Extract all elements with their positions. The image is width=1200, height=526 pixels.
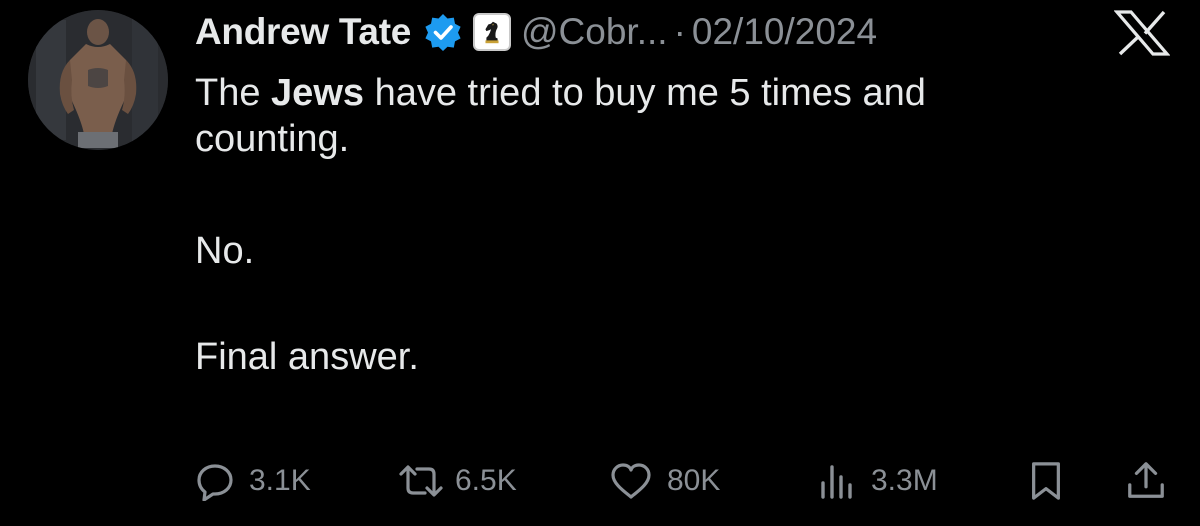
- verified-badge-icon: [423, 12, 463, 52]
- like-button[interactable]: 80K: [609, 456, 720, 506]
- reply-button[interactable]: 3.1K: [195, 456, 311, 506]
- bookmark-button[interactable]: [1027, 456, 1065, 506]
- heart-icon: [611, 463, 651, 499]
- bookmark-icon: [1032, 462, 1060, 500]
- views-button[interactable]: 3.3M: [817, 456, 938, 506]
- avatar[interactable]: [28, 10, 168, 150]
- avatar-image: [28, 10, 168, 150]
- views-count: 3.3M: [871, 464, 938, 497]
- display-name[interactable]: Andrew Tate: [195, 11, 411, 53]
- tweet-card: Andrew Tate @Cobr... · 02/10/2024 The Je…: [0, 0, 1200, 526]
- tweet-line-4: Final answer.: [195, 336, 419, 378]
- user-handle[interactable]: @Cobr...: [521, 11, 668, 53]
- repost-icon: [399, 465, 443, 497]
- tweet-line-3: No.: [195, 230, 255, 272]
- header-separator: ·: [673, 11, 686, 52]
- tweet-text-segment: have tried to buy me 5 times and: [364, 72, 926, 114]
- tweet-date[interactable]: 02/10/2024: [692, 11, 877, 53]
- views-icon: [821, 465, 852, 499]
- repost-button[interactable]: 6.5K: [397, 456, 517, 506]
- reply-count: 3.1K: [249, 464, 311, 497]
- tweet-body: The Jews have tried to buy me 5 times an…: [195, 70, 1155, 380]
- repost-count: 6.5K: [455, 464, 517, 497]
- tweet-header: Andrew Tate @Cobr... · 02/10/2024: [195, 8, 877, 56]
- tweet-line-2: counting.: [195, 118, 350, 160]
- share-icon: [1128, 462, 1164, 498]
- tweet-actions-bar: 3.1K 6.5K 80K 3.3M: [195, 456, 1175, 506]
- tweet-text-segment: The: [195, 72, 272, 114]
- like-count: 80K: [667, 464, 721, 497]
- chess-knight-icon[interactable]: [473, 13, 511, 51]
- share-button[interactable]: [1125, 456, 1167, 506]
- tweet-line-1: The Jews have tried to buy me 5 times an…: [195, 70, 1155, 116]
- tweet-text-bold: Jews: [271, 72, 365, 114]
- reply-icon: [197, 464, 233, 501]
- x-logo-icon: [1113, 10, 1171, 56]
